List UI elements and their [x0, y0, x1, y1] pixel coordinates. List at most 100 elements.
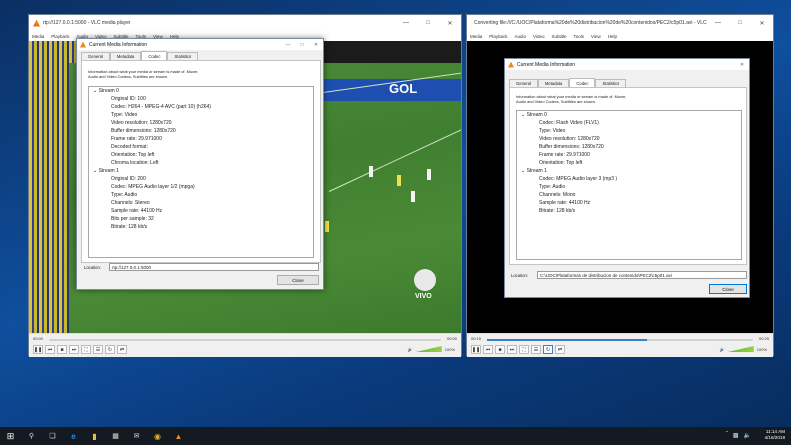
- tree-stream-node[interactable]: ⌄ Stream 1: [89, 167, 313, 175]
- tree-stream-node[interactable]: ⌄ Stream 0: [89, 87, 313, 95]
- minimize-button[interactable]: —: [395, 15, 417, 31]
- playlist-button[interactable]: ☰: [93, 345, 103, 354]
- search-icon[interactable]: ⚲: [21, 427, 42, 445]
- loop-button[interactable]: ↻: [543, 345, 553, 354]
- vlc-icon[interactable]: ▲: [168, 427, 189, 445]
- tab-general[interactable]: General: [509, 79, 538, 87]
- maximize-button[interactable]: □: [295, 39, 309, 50]
- player-figure: [427, 169, 431, 180]
- player-figure: [369, 166, 373, 177]
- close-dialog-icon[interactable]: ✕: [309, 39, 323, 50]
- system-tray: ˆ ▩ 🔈: [726, 432, 751, 439]
- banner-text: GOL: [389, 81, 418, 96]
- start-icon[interactable]: ⊞: [0, 427, 21, 445]
- close-button[interactable]: Close: [709, 284, 747, 294]
- close-dialog-icon[interactable]: ✕: [735, 59, 749, 70]
- previous-button[interactable]: ⏮: [45, 345, 55, 354]
- player-figure: [397, 175, 401, 186]
- menu-tools[interactable]: Tools: [574, 34, 585, 39]
- close-window-button[interactable]: ✕: [439, 15, 461, 31]
- tab-statistics[interactable]: Statistics: [167, 52, 199, 60]
- chrome-icon[interactable]: ◉: [147, 427, 168, 445]
- pause-button[interactable]: ❚❚: [33, 345, 43, 354]
- volume-control[interactable]: 🔊 100%: [720, 346, 767, 352]
- tree-property: Frame rate: 29.971000: [539, 152, 590, 158]
- shuffle-button[interactable]: ⇄: [117, 345, 127, 354]
- edge-icon[interactable]: e: [63, 427, 84, 445]
- right-menu-bar: Media Playback Audio Video Subtitle Tool…: [467, 31, 773, 41]
- tab-codec[interactable]: Codec: [141, 51, 168, 60]
- tree-property: Buffer dimensions: 1280x720: [539, 144, 604, 150]
- right-window-title: Converting file:///C:/UOC/Plataforma%20d…: [474, 20, 713, 26]
- codec-tree[interactable]: ⌄ Stream 0 Original ID: 100 Codec: H264 - …: [88, 86, 314, 258]
- menu-help[interactable]: Help: [608, 34, 617, 39]
- seek-bar[interactable]: [49, 339, 441, 341]
- menu-playback[interactable]: Playback: [51, 34, 69, 39]
- tree-property: Original ID: 100: [111, 96, 146, 102]
- shuffle-button[interactable]: ⇄: [555, 345, 565, 354]
- tree-property: Bitrate: 128 kb/s: [539, 208, 576, 214]
- volume-control[interactable]: 🔊 100%: [408, 346, 455, 352]
- tree-property: Decoded format:: [111, 144, 148, 150]
- next-button[interactable]: ⏭: [69, 345, 79, 354]
- store-icon[interactable]: ▦: [105, 427, 126, 445]
- chevron-up-icon[interactable]: ˆ: [726, 432, 728, 439]
- volume-icon[interactable]: 🔈: [744, 432, 751, 439]
- tree-stream-node[interactable]: ⌄ Stream 1: [517, 167, 741, 175]
- tab-metadata[interactable]: Metadata: [537, 79, 570, 87]
- tree-property: Bitrate: 128 kb/s: [111, 224, 148, 230]
- vlc-cone-icon: [33, 19, 40, 27]
- fullscreen-button[interactable]: ⛶: [81, 345, 91, 354]
- next-button[interactable]: ⏭: [507, 345, 517, 354]
- menu-media[interactable]: Media: [32, 34, 44, 39]
- loop-button[interactable]: ↻: [105, 345, 115, 354]
- right-media-info-dialog[interactable]: Current Media Information ✕ General Meta…: [504, 58, 750, 298]
- minimize-button[interactable]: —: [281, 39, 295, 50]
- menu-video[interactable]: Video: [533, 34, 544, 39]
- close-window-button[interactable]: ✕: [751, 15, 773, 31]
- mail-icon[interactable]: ✉: [126, 427, 147, 445]
- dialog-title-bar[interactable]: Current Media Information — □ ✕: [77, 39, 323, 50]
- stop-button[interactable]: ■: [495, 345, 505, 354]
- codec-tree[interactable]: ⌄ Stream 0 Codec: Flash Video (FLV1) Type:…: [516, 110, 742, 260]
- tab-metadata[interactable]: Metadata: [109, 52, 142, 60]
- menu-subtitle[interactable]: Subtitle: [551, 34, 566, 39]
- tree-property: Original ID: 200: [111, 176, 146, 182]
- maximize-button[interactable]: □: [417, 15, 439, 31]
- tree-property: Channels: Mono: [539, 192, 576, 198]
- stop-button[interactable]: ■: [57, 345, 67, 354]
- fullscreen-button[interactable]: ⛶: [519, 345, 529, 354]
- volume-slider[interactable]: [415, 346, 442, 352]
- tree-property: Type: Audio: [111, 192, 138, 198]
- playback-buttons: ❚❚ ⏮ ■ ⏭ ⛶ ☰ ↻ ⇄: [33, 345, 127, 354]
- system-clock[interactable]: 11:14 AM 4/16/2019: [765, 429, 785, 441]
- playlist-button[interactable]: ☰: [531, 345, 541, 354]
- left-window-title: rtp://127.0.0.1:5000 - VLC media player: [43, 20, 131, 26]
- overlay-text: VIVO: [415, 293, 432, 300]
- tab-codec[interactable]: Codec: [569, 78, 596, 87]
- menu-playback[interactable]: Playback: [489, 34, 507, 39]
- tab-general[interactable]: General: [81, 52, 110, 60]
- menu-view[interactable]: View: [591, 34, 601, 39]
- location-field[interactable]: C:\UOC\Plataformas de distribucion de co…: [537, 271, 747, 279]
- network-icon[interactable]: ▩: [733, 432, 739, 439]
- minimize-button[interactable]: —: [707, 15, 729, 31]
- tree-property: Channels: Stereo: [111, 200, 150, 206]
- pause-button[interactable]: ❚❚: [471, 345, 481, 354]
- volume-slider[interactable]: [727, 346, 754, 352]
- tab-statistics[interactable]: Statistics: [595, 79, 627, 87]
- tree-stream-node[interactable]: ⌄ Stream 0: [517, 111, 741, 119]
- file-explorer-icon[interactable]: ▮: [84, 427, 105, 445]
- menu-audio[interactable]: Audio: [515, 34, 527, 39]
- location-field[interactable]: rtp://127.0.0.1:5000: [109, 263, 319, 271]
- close-button[interactable]: Close: [277, 275, 319, 285]
- previous-button[interactable]: ⏮: [483, 345, 493, 354]
- task-view-icon[interactable]: ❏: [42, 427, 63, 445]
- dialog-title-bar[interactable]: Current Media Information ✕: [505, 59, 749, 70]
- menu-media[interactable]: Media: [470, 34, 482, 39]
- maximize-button[interactable]: □: [729, 15, 751, 31]
- dialog-title: Current Media Information: [89, 41, 148, 48]
- left-media-info-dialog[interactable]: Current Media Information — □ ✕ General …: [76, 38, 324, 290]
- tree-property: Buffer dimensions: 1280x720: [111, 128, 176, 134]
- seek-bar[interactable]: [487, 339, 753, 341]
